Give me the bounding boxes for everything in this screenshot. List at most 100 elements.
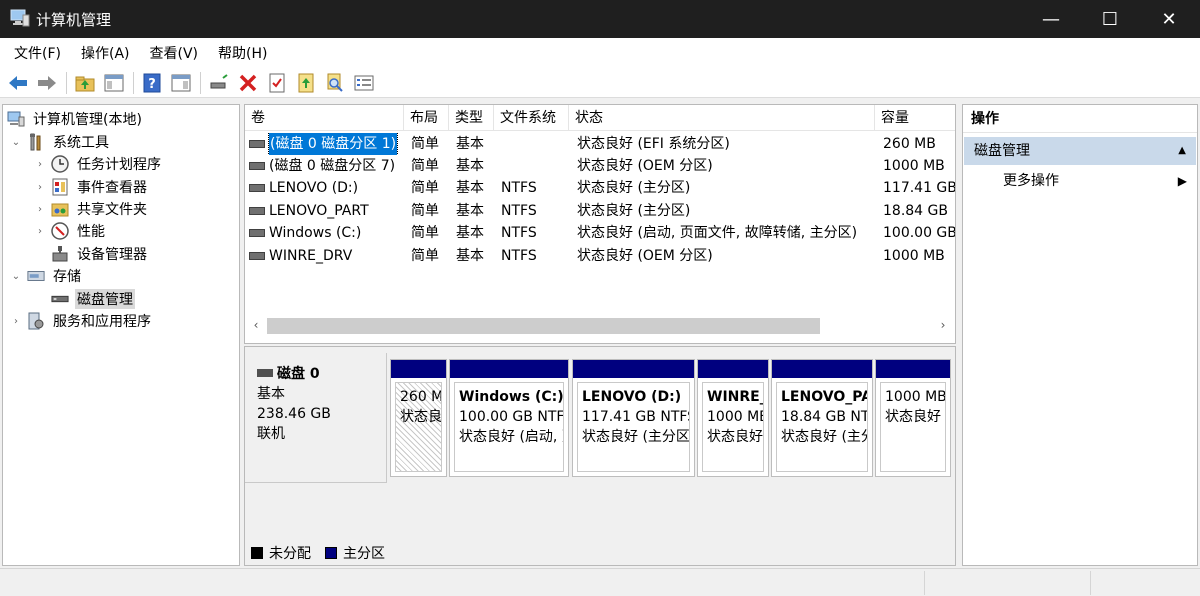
tree-root-label: 计算机管理(本地) [33, 112, 142, 128]
help-button[interactable]: ? [140, 71, 164, 95]
expand-toggle[interactable]: ⌄ [9, 271, 23, 282]
scroll-left-icon[interactable]: ‹ [248, 318, 264, 332]
volume-row[interactable]: Windows (C:) 简单 基本 NTFS 状态良好 (启动, 页面文件, … [245, 222, 955, 244]
computer-management-icon [7, 110, 25, 128]
partition-winre[interactable]: WINRE_DRV 1000 MB NTFS 状态良好 (OEM 分区) [697, 359, 769, 477]
volume-row[interactable]: (磁盘 0 磁盘分区 7) 简单 基本 状态良好 (OEM 分区) 1000 M… [245, 155, 955, 177]
volume-name: WINRE_DRV [269, 248, 353, 264]
tree-item-performance[interactable]: › 性能 [33, 220, 107, 242]
device-manager-icon [51, 245, 69, 263]
disk-graphical-view: 磁盘 0 基本 238.46 GB 联机 260 MB 状态良好 Windows… [244, 346, 956, 566]
volume-type: 基本 [456, 203, 484, 219]
minimize-icon: — [1042, 8, 1060, 30]
tree-item-label: 磁盘管理 [75, 289, 135, 309]
volume-capacity: 18.84 GB [883, 203, 948, 219]
column-header-filesystem[interactable]: 文件系统 [494, 105, 569, 131]
up-folder-button[interactable] [73, 71, 97, 95]
tree-item-storage[interactable]: ⌄ 存储 [9, 265, 83, 287]
tree-item-event-viewer[interactable]: › 事件查看器 [33, 176, 149, 198]
volume-capacity: 1000 MB [883, 158, 945, 174]
toolbar-separator [200, 71, 201, 94]
expand-toggle[interactable]: › [9, 316, 23, 327]
volume-status: 状态良好 (EFI 系统分区) [577, 136, 730, 152]
volume-capacity: 1000 MB [883, 248, 945, 264]
partition-lenovo-part[interactable]: LENOVO_PART 18.84 GB NTFS 状态良好 (主分区) [771, 359, 873, 477]
shared-folder-icon [51, 200, 69, 218]
services-icon [27, 312, 45, 330]
tree-item-label: 性能 [77, 224, 105, 240]
column-header-status[interactable]: 状态 [569, 105, 875, 131]
export-button[interactable] [294, 71, 318, 95]
volume-filesystem: NTFS [501, 180, 537, 196]
volume-status: 状态良好 (主分区) [577, 180, 691, 196]
tree-item-task-scheduler[interactable]: › 任务计划程序 [33, 153, 163, 175]
volume-row[interactable]: (磁盘 0 磁盘分区 1) 简单 基本 状态良好 (EFI 系统分区) 260 … [245, 133, 955, 155]
partition-lenovo-d[interactable]: LENOVO (D:) 117.41 GB NTFS 状态良好 (主分区) [572, 359, 695, 477]
connect-drive-button[interactable] [207, 71, 231, 95]
tree-item-disk-management[interactable]: 磁盘管理 [33, 288, 135, 310]
tree-item-label: 存储 [53, 269, 81, 285]
back-button[interactable] [6, 71, 30, 95]
volume-row[interactable]: WINRE_DRV 简单 基本 NTFS 状态良好 (OEM 分区) 1000 … [245, 245, 955, 267]
expand-toggle[interactable]: › [33, 182, 47, 193]
actions-section-disk-management[interactable]: 磁盘管理 ▲ [964, 137, 1196, 165]
legend-label-primary: 主分区 [343, 546, 385, 562]
partition-efi[interactable]: 260 MB 状态良好 [390, 359, 447, 477]
computer-management-icon [10, 9, 30, 27]
expand-toggle[interactable]: › [33, 226, 47, 237]
scrollbar-thumb[interactable] [267, 318, 820, 334]
show-hide-action-pane-button[interactable] [169, 71, 193, 95]
tree-item-system-tools[interactable]: ⌄ 系统工具 [9, 131, 111, 153]
tree-root[interactable]: 计算机管理(本地) [7, 108, 144, 130]
show-hide-action-pane-icon [171, 74, 191, 91]
collapse-icon[interactable]: ▲ [1178, 137, 1186, 165]
column-header-layout[interactable]: 布局 [404, 105, 449, 131]
volume-row[interactable]: LENOVO_PART 简单 基本 NTFS 状态良好 (主分区) 18.84 … [245, 200, 955, 222]
menu-view[interactable]: 查看(V) [140, 39, 209, 67]
expand-toggle[interactable]: ⌄ [9, 137, 23, 148]
tree-item-shared-folders[interactable]: › 共享文件夹 [33, 198, 149, 220]
close-button[interactable]: ✕ [1140, 0, 1198, 38]
column-header-capacity[interactable]: 容量 [875, 105, 955, 131]
menu-file[interactable]: 文件(F) [4, 39, 71, 67]
disk-icon [51, 290, 69, 308]
disk-info[interactable]: 磁盘 0 基本 238.46 GB 联机 [245, 353, 387, 483]
volume-name: (磁盘 0 磁盘分区 7) [269, 158, 396, 174]
volume-list: 卷 布局 类型 文件系统 状态 容量 (磁盘 0 磁盘分区 1) 简单 基本 状… [244, 104, 956, 344]
partition-size: 100.00 GB NTFS [459, 409, 564, 425]
partition-oem[interactable]: 1000 MB 状态良好 [875, 359, 951, 477]
partition-status: 状态良好 (启动, 页面文件, 故障转储, 主分区) [459, 429, 563, 445]
actions-pane: 操作 磁盘管理 ▲ 更多操作 ▶ [962, 104, 1198, 566]
show-hide-console-tree-button[interactable] [102, 71, 126, 95]
expand-toggle[interactable]: › [33, 159, 47, 170]
column-header-type[interactable]: 类型 [449, 105, 494, 131]
volume-layout: 简单 [411, 180, 439, 196]
tree-item-services-apps[interactable]: › 服务和应用程序 [9, 310, 153, 332]
minimize-button[interactable]: — [1022, 0, 1080, 38]
tree-item-device-manager[interactable]: 设备管理器 [33, 243, 149, 265]
menu-action[interactable]: 操作(A) [71, 39, 140, 67]
menu-bar: 文件(F) 操作(A) 查看(V) 帮助(H) [0, 38, 1200, 68]
column-header-volume[interactable]: 卷 [245, 105, 404, 131]
partition-windows[interactable]: Windows (C:) 100.00 GB NTFS 状态良好 (启动, 页面… [449, 359, 569, 477]
maximize-button[interactable]: ☐ [1081, 0, 1139, 38]
more-actions[interactable]: 更多操作 ▶ [1003, 169, 1193, 193]
event-viewer-icon [51, 178, 69, 196]
menu-help[interactable]: 帮助(H) [208, 39, 277, 67]
volume-row[interactable]: LENOVO (D:) 简单 基本 NTFS 状态良好 (主分区) 117.41… [245, 177, 955, 199]
disk-status: 联机 [257, 426, 285, 442]
properties-button[interactable] [265, 71, 289, 95]
search-button[interactable] [323, 71, 347, 95]
close-icon: ✕ [1161, 8, 1177, 30]
volume-status: 状态良好 (主分区) [577, 203, 691, 219]
scroll-right-icon[interactable]: › [935, 318, 951, 332]
details-view-button[interactable] [352, 71, 376, 95]
volume-status: 状态良好 (OEM 分区) [577, 248, 713, 264]
horizontal-scrollbar[interactable]: ‹ › [245, 315, 955, 337]
back-arrow-icon [9, 75, 27, 90]
volume-name: LENOVO_PART [269, 203, 369, 219]
export-icon [298, 73, 314, 92]
delete-button[interactable] [236, 71, 260, 95]
forward-button[interactable] [35, 71, 59, 95]
expand-toggle[interactable]: › [33, 204, 47, 215]
